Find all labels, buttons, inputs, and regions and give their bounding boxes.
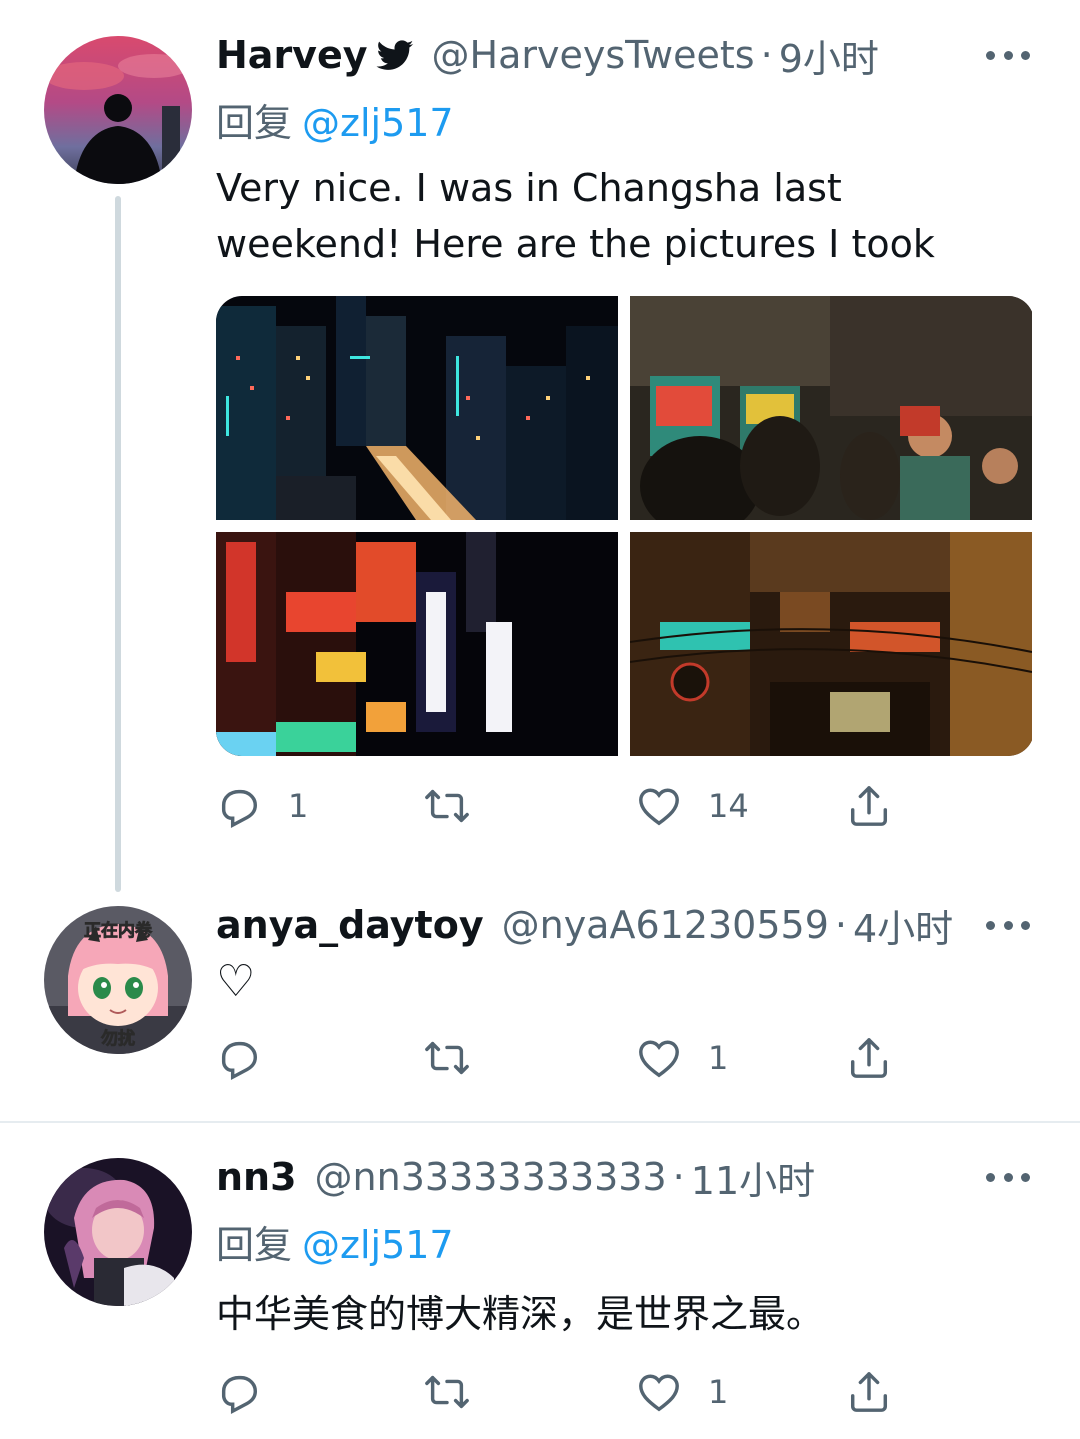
tweet-text: 中华美食的博大精深，是世界之最。 xyxy=(216,1292,825,1336)
avatar-harvey[interactable] xyxy=(44,36,192,184)
share-icon xyxy=(850,1038,888,1078)
retweet-icon xyxy=(425,1041,469,1075)
share-button[interactable] xyxy=(846,778,892,834)
tweet-actions: 1 14 xyxy=(216,778,916,834)
user-handle[interactable]: @nn33333333333 xyxy=(315,1155,667,1199)
retweet-button[interactable] xyxy=(424,1030,496,1086)
neon-signs-street-photo[interactable] xyxy=(216,532,618,756)
tweet-text: ♡ xyxy=(216,956,256,1007)
user-handle[interactable]: @HarveysTweets xyxy=(432,33,755,77)
reply-count: 1 xyxy=(288,787,309,825)
avatar-caption-top: 正在内卷 xyxy=(84,920,153,941)
tweet-text: Very nice. I was in Changsha last weeken… xyxy=(216,166,935,266)
reply-icon xyxy=(221,1375,258,1415)
tweet-time[interactable]: 4小时 xyxy=(853,898,953,953)
like-button[interactable]: 14 xyxy=(636,778,749,834)
like-button[interactable]: 1 xyxy=(636,1364,728,1420)
reply-mention-link[interactable]: @zlj517 xyxy=(302,1223,454,1267)
more-icon[interactable] xyxy=(986,1170,1030,1184)
retweet-icon xyxy=(425,1375,469,1409)
like-count: 14 xyxy=(708,787,749,825)
reply-prefix: 回复 xyxy=(216,1223,293,1267)
tweet-actions: 1 xyxy=(216,1030,916,1086)
tweet-time[interactable]: 9小时 xyxy=(779,28,879,83)
retweet-button[interactable] xyxy=(424,778,496,834)
arcade-crowd-photo[interactable] xyxy=(630,296,1032,520)
tweet-header: nn3 @nn33333333333 · 11小时 xyxy=(216,1150,815,1205)
display-name[interactable]: Harvey xyxy=(216,33,368,77)
separator-dot: · xyxy=(760,33,773,77)
like-icon xyxy=(639,788,679,826)
media-grid xyxy=(216,296,1034,756)
separator-dot: · xyxy=(834,903,847,947)
share-button[interactable] xyxy=(846,1030,892,1086)
more-icon[interactable] xyxy=(986,918,1030,932)
more-icon[interactable] xyxy=(986,48,1030,62)
avatar-caption-bottom: 勿扰 xyxy=(100,1028,135,1049)
reply-button[interactable]: 1 xyxy=(216,778,308,834)
avatar-anya[interactable]: 正在内卷 勿扰 xyxy=(44,906,192,1054)
reply-to-line: 回复 @zlj517 xyxy=(216,1214,454,1269)
reply-button[interactable] xyxy=(216,1364,288,1420)
thread-connector-line xyxy=(115,196,121,892)
display-name[interactable]: anya_daytoy xyxy=(216,903,484,947)
reply-prefix: 回复 xyxy=(216,101,293,145)
share-button[interactable] xyxy=(846,1364,892,1420)
tweet-divider xyxy=(0,1121,1080,1123)
tweet-nn3[interactable]: nn3 @nn33333333333 · 11小时 回复 @zlj517 中华美食… xyxy=(0,1124,1080,1439)
retweet-button[interactable] xyxy=(424,1364,496,1420)
user-handle[interactable]: @nyaA61230559 xyxy=(502,903,829,947)
tweet-header: anya_daytoy @nyaA61230559 · 4小时 xyxy=(216,898,953,953)
city-night-skyline-photo[interactable] xyxy=(216,296,618,520)
tweet-time[interactable]: 11小时 xyxy=(691,1150,815,1205)
tweet-header: Harvey @HarveysTweets · 9小时 xyxy=(216,28,879,83)
display-name[interactable]: nn3 xyxy=(216,1155,297,1199)
share-icon xyxy=(850,786,888,826)
reply-icon xyxy=(221,1041,258,1081)
avatar-nn3[interactable] xyxy=(44,1158,192,1306)
tweet-anya[interactable]: 正在内卷 勿扰 anya_daytoy @nyaA61230559 · 4小时 … xyxy=(0,880,1080,1120)
like-icon xyxy=(639,1040,679,1078)
tweet-harvey[interactable]: Harvey @HarveysTweets · 9小时 回复 @zlj517 Ve… xyxy=(0,0,1080,892)
verified-bird-icon xyxy=(374,35,414,75)
share-icon xyxy=(850,1372,888,1412)
old-alley-neon-photo[interactable] xyxy=(630,532,1032,756)
reply-to-line: 回复 @zlj517 xyxy=(216,92,454,147)
reply-button[interactable] xyxy=(216,1030,288,1086)
tweet-actions: 1 xyxy=(216,1364,916,1420)
reply-icon xyxy=(221,789,258,829)
retweet-icon xyxy=(425,789,469,823)
like-count: 1 xyxy=(708,1039,729,1077)
like-count: 1 xyxy=(708,1373,729,1411)
like-button[interactable]: 1 xyxy=(636,1030,728,1086)
separator-dot: · xyxy=(672,1155,685,1199)
reply-mention-link[interactable]: @zlj517 xyxy=(302,101,454,145)
like-icon xyxy=(639,1374,679,1412)
